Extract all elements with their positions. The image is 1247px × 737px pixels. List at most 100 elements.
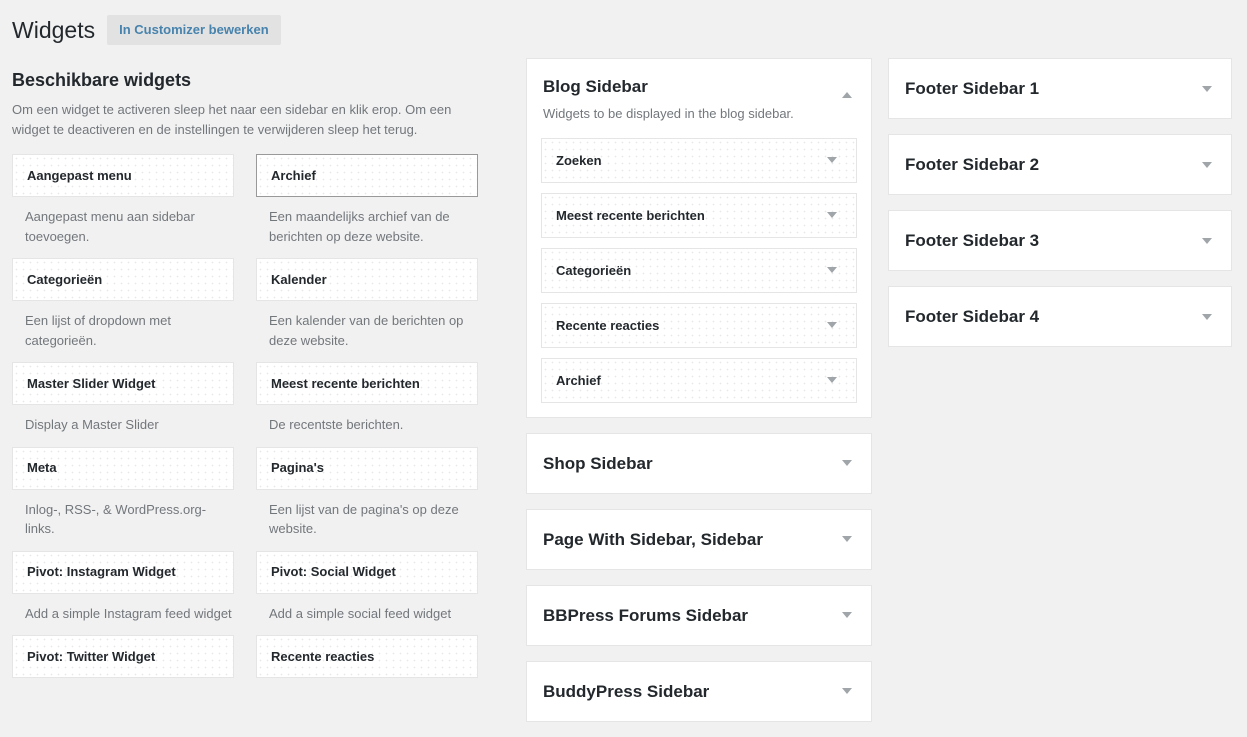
available-widget-card[interactable]: Master Slider Widget (12, 362, 234, 406)
sidebar-panel-title: Blog Sidebar (543, 77, 648, 96)
available-widgets-column: Beschikbare widgets Om een widget te act… (12, 68, 478, 719)
sidebar-panel-header[interactable]: BBPress Forums Sidebar (527, 586, 871, 645)
available-widget-title: Meest recente berichten (271, 375, 420, 391)
placed-widget[interactable]: Zoeken (541, 137, 857, 183)
sidebar-panel-header[interactable]: Blog Sidebar Widgets to be displayed in t… (527, 59, 871, 138)
page-header: Widgets In Customizer bewerken (12, 12, 281, 47)
chevron-down-icon-glyph (827, 322, 837, 328)
available-widget-cell: Recente reacties (245, 635, 478, 719)
available-widgets-description: Om een widget te activeren sleep het naa… (12, 102, 452, 138)
edit-in-customizer-button[interactable]: In Customizer bewerken (107, 14, 281, 45)
available-widget-card[interactable]: Pivot: Social Widget (256, 550, 478, 594)
chevron-down-icon-glyph (842, 536, 852, 542)
chevron-down-icon[interactable] (837, 529, 857, 549)
available-widget-title: Categorieën (27, 271, 103, 287)
chevron-up-icon-glyph (842, 92, 852, 98)
available-widget-card[interactable]: Pivot: Twitter Widget (12, 635, 234, 679)
chevron-down-icon[interactable] (822, 150, 842, 170)
chevron-down-icon-glyph (1202, 237, 1212, 244)
available-widget-description: Inlog-, RSS-, & WordPress.org-links. (25, 501, 207, 537)
sidebar-panel: Page With Sidebar, Sidebar (526, 508, 872, 570)
available-widget-description: Een maandelijks archief van de berichten… (269, 209, 450, 244)
sidebar-panel: Footer Sidebar 3 (888, 210, 1232, 271)
available-widget-cell: Pivot: Social Widget Add a simple social … (245, 550, 478, 636)
available-widget-card[interactable]: Pivot: Instagram Widget (12, 550, 234, 594)
sidebar-panel: Footer Sidebar 4 (888, 286, 1232, 347)
chevron-down-icon-glyph (1202, 313, 1212, 320)
sidebar-panel-title: Footer Sidebar 2 (905, 155, 1040, 174)
chevron-down-icon[interactable] (837, 681, 857, 701)
sidebar-panel: Footer Sidebar 2 (888, 134, 1232, 195)
chevron-down-icon[interactable] (1197, 231, 1217, 251)
sidebar-panel-body: Zoeken Meest recente berichten Categorieën… (527, 137, 871, 417)
chevron-down-icon[interactable] (837, 605, 857, 625)
available-widget-cell: Pivot: Instagram Widget Add a simple Inst… (12, 550, 245, 636)
sidebar-panel: BuddyPress Sidebar (526, 660, 872, 722)
available-widget-title: Pagina's (271, 460, 324, 476)
chevron-down-icon-glyph (842, 460, 852, 466)
available-widget-card[interactable]: Meest recente berichten (256, 362, 478, 406)
sidebar-panel-header[interactable]: Footer Sidebar 3 (889, 211, 1231, 270)
sidebar-panel-title: BuddyPress Sidebar (543, 681, 710, 701)
sidebar-panel-title: Shop Sidebar (543, 453, 653, 473)
sidebar-panel-header[interactable]: Footer Sidebar 2 (889, 135, 1231, 194)
available-widget-title: Meta (27, 460, 57, 476)
chevron-down-icon[interactable] (822, 260, 842, 280)
sidebar-panel: Blog Sidebar Widgets to be displayed in t… (526, 58, 872, 418)
sidebar-panel-header[interactable]: Shop Sidebar (527, 434, 871, 493)
placed-widget[interactable]: Categorieën (541, 247, 857, 293)
available-widget-description: Add a simple social feed widget (269, 605, 452, 621)
sidebar-panel: Footer Sidebar 1 (888, 58, 1232, 119)
placed-widget[interactable]: Archief (541, 357, 857, 403)
available-widget-card[interactable]: Categorieën (12, 258, 234, 302)
available-widget-description: Een kalender van de berichten op deze we… (269, 313, 464, 348)
sidebar-panel: Shop Sidebar (526, 432, 872, 494)
sidebar-panel-header[interactable]: Page With Sidebar, Sidebar (527, 510, 871, 569)
chevron-down-icon[interactable] (1197, 307, 1217, 327)
chevron-down-icon[interactable] (822, 370, 842, 390)
available-widget-cell: Archief Een maandelijks archief van de be… (245, 154, 478, 258)
available-widget-cell: Meest recente berichten De recentste beri… (245, 362, 478, 447)
available-widget-title: Recente reacties (271, 648, 375, 664)
sidebars-column-main: Blog Sidebar Widgets to be displayed in t… (526, 58, 872, 737)
sidebar-panel: BBPress Forums Sidebar (526, 584, 872, 646)
available-widget-cell: Categorieën Een lijst of dropdown met cat… (12, 258, 245, 362)
available-widget-card[interactable]: Meta (12, 446, 234, 490)
chevron-down-icon-glyph (827, 212, 837, 218)
available-widget-description: Add a simple Instagram feed widget (25, 605, 232, 621)
sidebar-panel-title: Footer Sidebar 1 (905, 79, 1040, 98)
available-widgets-heading: Beschikbare widgets (12, 70, 192, 90)
chevron-up-icon[interactable] (837, 85, 857, 105)
available-widget-title: Pivot: Twitter Widget (27, 648, 156, 664)
available-widget-description (12, 678, 234, 719)
available-widget-card[interactable]: Pagina's (256, 446, 478, 490)
available-widget-card[interactable]: Aangepast menu (12, 154, 234, 198)
chevron-down-icon[interactable] (837, 453, 857, 473)
sidebar-panel-header[interactable]: Footer Sidebar 1 (889, 59, 1231, 118)
chevron-down-icon-glyph (827, 157, 837, 163)
sidebar-panel-header[interactable]: BuddyPress Sidebar (527, 662, 871, 721)
placed-widget[interactable]: Recente reacties (541, 302, 857, 348)
available-widget-cell: Master Slider Widget Display a Master Sli… (12, 362, 245, 447)
chevron-down-icon[interactable] (1197, 79, 1217, 99)
available-widget-description: De recentste berichten. (269, 417, 404, 433)
placed-widget-title: Meest recente berichten (556, 207, 705, 223)
sidebar-panel-title: Footer Sidebar 3 (905, 231, 1040, 250)
available-widget-card[interactable]: Archief (256, 154, 478, 198)
chevron-down-icon[interactable] (822, 205, 842, 225)
available-widget-title: Aangepast menu (27, 167, 132, 183)
sidebar-panel-header[interactable]: Footer Sidebar 4 (889, 287, 1231, 346)
sidebar-panel-title: BBPress Forums Sidebar (543, 605, 749, 625)
available-widget-card[interactable]: Kalender (256, 258, 478, 302)
sidebar-panel-description: Widgets to be displayed in the blog side… (543, 106, 794, 121)
available-widget-card[interactable]: Recente reacties (256, 635, 478, 679)
chevron-down-icon[interactable] (1197, 155, 1217, 175)
placed-widget[interactable]: Meest recente berichten (541, 192, 857, 238)
available-widget-title: Kalender (271, 271, 327, 287)
chevron-down-icon[interactable] (822, 315, 842, 335)
chevron-down-icon-glyph (827, 377, 837, 383)
available-widget-title: Master Slider Widget (27, 375, 156, 391)
available-widget-cell: Pagina's Een lijst van de pagina's op dez… (245, 446, 478, 551)
chevron-down-icon-glyph (1202, 161, 1212, 168)
chevron-down-icon-glyph (842, 612, 852, 618)
